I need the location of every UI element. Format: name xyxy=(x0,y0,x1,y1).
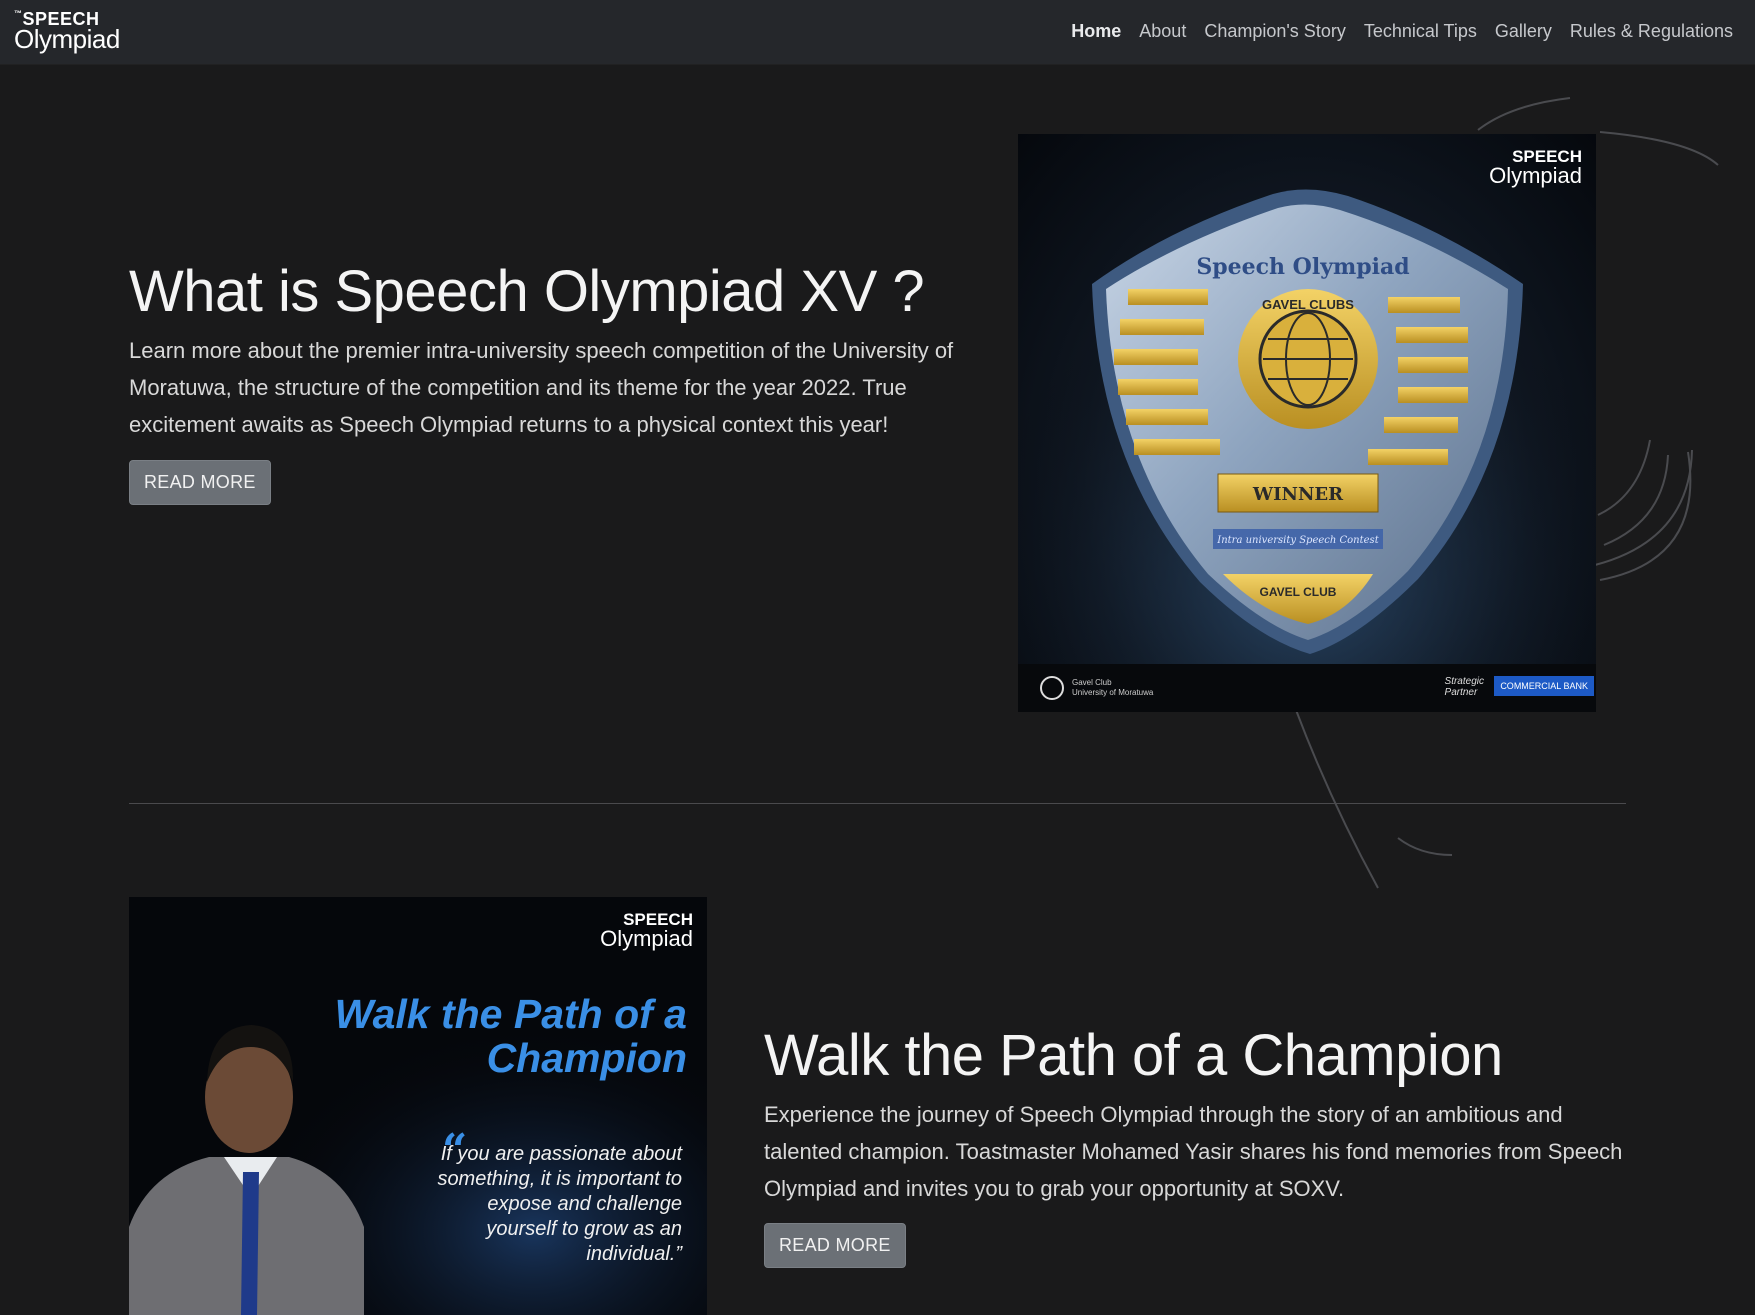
nav-about[interactable]: About xyxy=(1139,21,1186,42)
champion-text: Experience the journey of Speech Olympia… xyxy=(764,1102,1623,1201)
poster2-logo: SPEECH Olympiad xyxy=(600,911,693,950)
nav-technical-tips[interactable]: Technical Tips xyxy=(1364,21,1477,42)
poster2-logo-line2: Olympiad xyxy=(600,926,693,951)
trophy-shield-illustration: Speech Olympiad GAVEL CLUBS WINNER Intra… xyxy=(1018,134,1596,664)
brand-logo[interactable]: ™SPEECH Olympiad xyxy=(14,9,120,54)
poster-footer: Gavel Club University of Moratuwa Strate… xyxy=(1018,664,1596,712)
brand-line2: Olympiad xyxy=(14,24,120,54)
champion-read-more-button[interactable]: READ MORE xyxy=(764,1223,906,1268)
poster-title: Walk the Path of a Champion xyxy=(335,992,687,1080)
nav-home[interactable]: Home xyxy=(1071,21,1121,42)
poster-logo-line2: Olympiad xyxy=(1489,163,1582,188)
champion-title: Walk the Path of a Champion xyxy=(764,1023,1503,1088)
partner-label-2: Partner xyxy=(1444,687,1478,698)
poster-title-line1: Walk the Path of a xyxy=(334,991,687,1037)
navbar: ™SPEECH Olympiad Home About Champion's S… xyxy=(0,0,1755,64)
partner-label-1: Strategic xyxy=(1444,676,1484,687)
winner-plate: WINNER xyxy=(1252,484,1344,505)
footer-club: Gavel Club xyxy=(1072,678,1112,687)
intro-title: What is Speech Olympiad XV ? xyxy=(129,259,925,324)
poster-title-line2: Champion xyxy=(486,1035,687,1081)
shield-title: Speech Olympiad xyxy=(1196,254,1409,280)
footer-university: University of Moratuwa xyxy=(1072,688,1154,697)
champion-poster-image: SPEECH Olympiad Walk the Path of a Champ… xyxy=(129,897,707,1315)
nav-gallery[interactable]: Gallery xyxy=(1495,21,1552,42)
base-plate: GAVEL CLUB xyxy=(1260,585,1337,599)
nav-rules-regulations[interactable]: Rules & Regulations xyxy=(1570,21,1733,42)
intro-text: Learn more about the premier intra-unive… xyxy=(129,338,954,437)
intro-read-more-button[interactable]: READ MORE xyxy=(129,460,271,505)
section-divider xyxy=(129,803,1626,804)
poster-quote: If you are passionate about something, i… xyxy=(437,1143,682,1265)
bank-logo: COMMERCIAL BANK xyxy=(1494,676,1594,696)
trademark-mark: ™ xyxy=(14,9,23,18)
trophy-poster-image: Speech Olympiad GAVEL CLUBS WINNER Intra… xyxy=(1018,134,1596,712)
contest-banner: Intra university Speech Contest xyxy=(1216,535,1379,546)
main-nav: Home About Champion's Story Technical Ti… xyxy=(1071,21,1733,42)
gavel-club-seal-icon xyxy=(1040,676,1064,700)
club-ring-text: GAVEL CLUBS xyxy=(1262,297,1354,312)
nav-champions-story[interactable]: Champion's Story xyxy=(1204,21,1346,42)
poster-logo: SPEECH Olympiad xyxy=(1489,148,1582,187)
